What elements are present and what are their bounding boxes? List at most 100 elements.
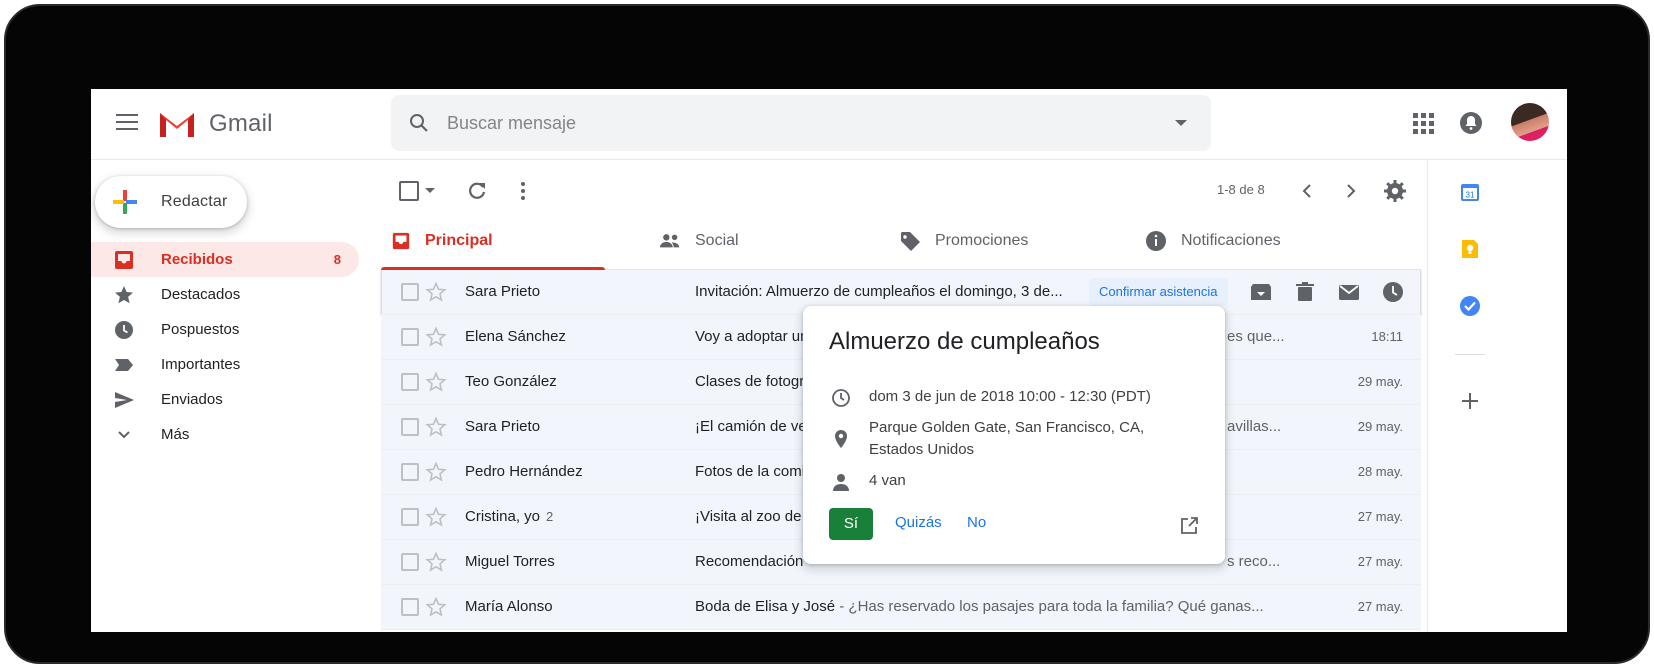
search-input[interactable] bbox=[445, 111, 1129, 135]
star-outline-icon[interactable] bbox=[425, 461, 447, 483]
email-sender: Sara Prieto bbox=[465, 418, 541, 435]
thread-count: 2 bbox=[546, 509, 554, 524]
row-checkbox[interactable] bbox=[401, 373, 419, 391]
email-sender-name: Cristina, yo bbox=[465, 508, 541, 525]
calendar-day-number: 31 bbox=[1466, 191, 1475, 200]
row-checkbox[interactable] bbox=[401, 418, 419, 436]
compose-plus-icon bbox=[113, 190, 137, 214]
email-date: 27 may. bbox=[1357, 554, 1403, 569]
star-outline-icon[interactable] bbox=[425, 551, 447, 573]
gmail-logo[interactable]: Gmail bbox=[157, 106, 273, 142]
account-avatar[interactable] bbox=[1511, 103, 1549, 141]
notifications-icon[interactable] bbox=[1459, 110, 1483, 136]
open-in-new-icon[interactable] bbox=[1179, 516, 1199, 536]
row-checkbox[interactable] bbox=[401, 283, 419, 301]
row-checkbox[interactable] bbox=[401, 598, 419, 616]
event-time: dom 3 de jun de 2018 10:00 - 12:30 (PDT) bbox=[869, 388, 1151, 405]
info-icon bbox=[1146, 231, 1166, 251]
sidebar-item-label: Enviados bbox=[161, 391, 223, 408]
mark-unread-icon[interactable] bbox=[1337, 280, 1361, 304]
sidebar-item-mas[interactable]: Más bbox=[91, 417, 359, 452]
chevron-left-icon[interactable] bbox=[1295, 179, 1319, 203]
email-date: 29 may. bbox=[1357, 374, 1403, 389]
main-menu-icon[interactable] bbox=[113, 109, 141, 137]
search-icon[interactable] bbox=[407, 111, 431, 135]
star-outline-icon[interactable] bbox=[425, 416, 447, 438]
tab-notificaciones[interactable]: Notificaciones bbox=[1145, 213, 1281, 269]
select-all-checkbox[interactable] bbox=[399, 181, 419, 201]
star-outline-icon[interactable] bbox=[425, 326, 447, 348]
compose-button[interactable]: Redactar bbox=[95, 176, 247, 228]
sidebar-item-label: Importantes bbox=[161, 356, 241, 373]
email-date: 27 may. bbox=[1357, 509, 1403, 524]
email-snippet: - ¿Has reservado los pasajes para toda l… bbox=[835, 598, 1264, 615]
email-snippet: avillas... bbox=[1227, 418, 1282, 435]
rsvp-maybe-button[interactable]: Quizás bbox=[895, 514, 942, 531]
sidebar-item-pospuestos[interactable]: Pospuestos bbox=[91, 312, 359, 347]
settings-gear-icon[interactable] bbox=[1383, 179, 1407, 203]
tag-icon bbox=[901, 232, 920, 251]
sidebar-item-label: Más bbox=[161, 426, 190, 443]
apps-grid-icon[interactable] bbox=[1411, 111, 1435, 135]
side-panel-divider bbox=[1427, 159, 1428, 632]
event-preview-card: Almuerzo de cumpleaños dom 3 de jun de 2… bbox=[803, 306, 1225, 564]
delete-icon[interactable] bbox=[1293, 280, 1317, 304]
tasks-icon[interactable] bbox=[1459, 295, 1481, 317]
row-checkbox[interactable] bbox=[401, 463, 419, 481]
tab-social[interactable]: Social bbox=[659, 213, 739, 269]
send-icon bbox=[115, 391, 134, 408]
keep-icon[interactable] bbox=[1459, 238, 1481, 260]
search-bar[interactable] bbox=[391, 95, 1211, 151]
sidebar-item-enviados[interactable]: Enviados bbox=[91, 382, 359, 417]
sidebar-item-recibidos[interactable]: Recibidos 8 bbox=[91, 242, 359, 277]
list-toolbar: 1-8 de 8 bbox=[391, 171, 1431, 211]
tab-label: Notificaciones bbox=[1181, 232, 1281, 249]
rsvp-no-button[interactable]: No bbox=[967, 514, 986, 531]
tab-promociones[interactable]: Promociones bbox=[899, 213, 1028, 269]
star-outline-icon[interactable] bbox=[425, 596, 447, 618]
sidebar-item-label: Recibidos bbox=[161, 251, 233, 268]
email-sender: Cristina, yo 2 bbox=[465, 508, 553, 525]
archive-icon[interactable] bbox=[1249, 280, 1273, 304]
search-options-icon[interactable] bbox=[1175, 120, 1187, 126]
event-guests: 4 van bbox=[869, 472, 906, 489]
refresh-icon[interactable] bbox=[465, 179, 489, 203]
top-bar: Gmail bbox=[91, 89, 1567, 160]
gmail-window: Gmail Redactar Recibidos 8 Destacados Po… bbox=[91, 89, 1567, 632]
email-sender: Pedro Hernández bbox=[465, 463, 583, 480]
row-checkbox[interactable] bbox=[401, 508, 419, 526]
tab-principal[interactable]: Principal bbox=[381, 213, 605, 270]
add-addon-icon[interactable] bbox=[1459, 390, 1481, 412]
person-icon bbox=[833, 474, 849, 491]
email-subject: Boda de Elisa y José - ¿Has reservado lo… bbox=[695, 598, 1285, 615]
unread-count: 8 bbox=[333, 252, 341, 267]
email-date: 18:11 bbox=[1371, 329, 1403, 344]
event-location-line2: Estados Unidos bbox=[869, 441, 975, 458]
row-checkbox[interactable] bbox=[401, 328, 419, 346]
pagination-text: 1-8 de 8 bbox=[1217, 182, 1265, 197]
sidebar-item-importantes[interactable]: Importantes bbox=[91, 347, 359, 382]
email-sender: Sara Prieto bbox=[465, 283, 541, 300]
chevron-right-icon[interactable] bbox=[1339, 179, 1363, 203]
email-date: 28 may. bbox=[1357, 464, 1403, 479]
event-title: Almuerzo de cumpleaños bbox=[829, 328, 1100, 355]
tab-label: Principal bbox=[425, 232, 493, 249]
email-snippet: es que... bbox=[1227, 328, 1285, 345]
snooze-icon[interactable] bbox=[1381, 280, 1405, 304]
tab-label: Social bbox=[695, 232, 739, 249]
more-vert-icon[interactable] bbox=[511, 179, 535, 203]
calendar-icon[interactable]: 31 bbox=[1459, 181, 1481, 203]
star-outline-icon[interactable] bbox=[425, 281, 447, 303]
row-checkbox[interactable] bbox=[401, 553, 419, 571]
sidebar-item-destacados[interactable]: Destacados bbox=[91, 277, 359, 312]
email-sender: María Alonso bbox=[465, 598, 553, 615]
event-location-line1: Parque Golden Gate, San Francisco, CA, bbox=[869, 419, 1145, 436]
email-row[interactable]: María Alonso Boda de Elisa y José - ¿Has… bbox=[381, 585, 1421, 630]
email-sender: Teo González bbox=[465, 373, 557, 390]
rsvp-yes-button[interactable]: Sí bbox=[829, 508, 873, 540]
people-icon bbox=[659, 234, 680, 248]
rsvp-chip[interactable]: Confirmar asistencia bbox=[1089, 278, 1228, 306]
star-outline-icon[interactable] bbox=[425, 506, 447, 528]
select-options-icon[interactable] bbox=[425, 188, 435, 193]
star-outline-icon[interactable] bbox=[425, 371, 447, 393]
